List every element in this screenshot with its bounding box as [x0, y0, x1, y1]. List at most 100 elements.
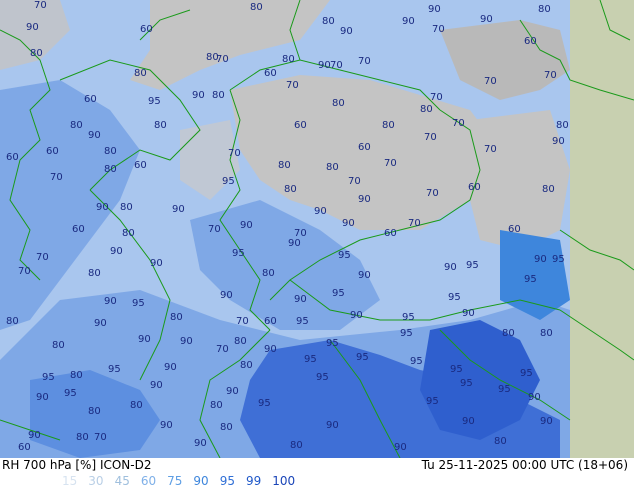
contour-label: 90: [358, 270, 371, 281]
contour-label: 60: [46, 146, 59, 157]
contour-label: 60: [294, 120, 307, 131]
contour-label: 80: [494, 436, 507, 447]
map-canvas: 70 80 90 90 90 80 90 80 60 80 90 70 60 80 70 80 90 70 70 60…: [0, 0, 634, 458]
contour-label: 90: [180, 336, 193, 347]
color-legend: 15 30 45 60 75 90 95 99 100: [62, 474, 306, 490]
contour-label: 95: [400, 328, 413, 339]
contour-label: 95: [296, 316, 309, 327]
contour-label: 80: [104, 164, 117, 175]
contour-label: 70: [430, 92, 443, 103]
contour-label: 95: [460, 378, 473, 389]
contour-label: 90: [88, 130, 101, 141]
outside-domain-area: [570, 0, 634, 458]
contour-label: 90: [94, 318, 107, 329]
contour-label: 95: [232, 248, 245, 259]
contour-label: 95: [552, 254, 565, 265]
contour-label: 80: [70, 370, 83, 381]
contour-label: 80: [212, 90, 225, 101]
contour-label: 60: [6, 152, 19, 163]
contour-label: 70: [50, 172, 63, 183]
contour-label: 90: [444, 262, 457, 273]
contour-label: 80: [240, 360, 253, 371]
contour-label: 70: [34, 0, 47, 11]
contour-label: 95: [316, 372, 329, 383]
contour-label: 70: [216, 344, 229, 355]
contour-label: 95: [148, 96, 161, 107]
contour-label: 95: [524, 274, 537, 285]
contour-label: 80: [234, 336, 247, 347]
contour-label: 90: [288, 238, 301, 249]
contour-label: 80: [88, 268, 101, 279]
contour-label: 80: [502, 328, 515, 339]
legend-item: 99: [245, 474, 262, 488]
contour-label: 70: [358, 56, 371, 67]
contour-label: 80: [210, 400, 223, 411]
contour-label: 90: [480, 14, 493, 25]
contour-label: 80: [30, 48, 43, 59]
contour-label: 80: [134, 68, 147, 79]
contour-label: 90: [350, 310, 363, 321]
contour-label: 90: [110, 246, 123, 257]
contour-label: 60: [508, 224, 521, 235]
contour-label: 90: [138, 334, 151, 345]
legend-item: 30: [88, 474, 104, 488]
contour-label: 80: [290, 440, 303, 451]
footer-row: RH 700 hPa [%] ICON-D2 Tu 25-11-2025 00:…: [0, 458, 634, 474]
contour-label: 70: [544, 70, 557, 81]
contour-label: 70: [384, 158, 397, 169]
contour-label: 95: [520, 368, 533, 379]
contour-label: 90: [160, 420, 173, 431]
contour-label: 95: [448, 292, 461, 303]
contour-label: 90: [318, 60, 331, 71]
legend-item: 100: [272, 474, 296, 488]
contour-label: 95: [258, 398, 271, 409]
contour-label: 90: [26, 22, 39, 33]
contour-label: 80: [122, 228, 135, 239]
contour-label: 90: [428, 4, 441, 15]
contour-label: 80: [540, 328, 553, 339]
contour-label: 60: [264, 68, 277, 79]
contour-label: 80: [542, 184, 555, 195]
contour-label: 95: [42, 372, 55, 383]
contour-label: 60: [384, 228, 397, 239]
contour-label: 80: [88, 406, 101, 417]
contour-label: 90: [314, 206, 327, 217]
contour-label: 80: [170, 312, 183, 323]
contour-label: 90: [104, 296, 117, 307]
contour-label: 90: [552, 136, 565, 147]
legend-item: 15: [62, 474, 78, 488]
contour-label: 60: [140, 24, 153, 35]
contour-label: 60: [524, 36, 537, 47]
contour-label: 80: [52, 340, 65, 351]
contour-label: 80: [382, 120, 395, 131]
contour-label: 95: [108, 364, 121, 375]
contour-label: 70: [18, 266, 31, 277]
contour-label: 80: [538, 4, 551, 15]
contour-label: 90: [220, 290, 233, 301]
legend-item: 75: [167, 474, 183, 488]
contour-label: 70: [424, 132, 437, 143]
contour-label: 95: [64, 388, 77, 399]
contour-label: 95: [304, 354, 317, 365]
contour-label: 95: [338, 250, 351, 261]
legend-item: 45: [114, 474, 130, 488]
contour-label: 90: [462, 416, 475, 427]
contour-label: 80: [120, 202, 133, 213]
contour-label: 80: [282, 54, 295, 65]
contour-label: 70: [36, 252, 49, 263]
contour-label: 60: [84, 94, 97, 105]
contour-label: 80: [420, 104, 433, 115]
contour-label: 90: [150, 258, 163, 269]
contour-label: 70: [286, 80, 299, 91]
contour-label: 70: [216, 54, 229, 65]
contour-label: 80: [326, 162, 339, 173]
contour-label: 70: [484, 144, 497, 155]
weather-map: 70 80 90 90 90 80 90 80 60 80 90 70 60 80 70 80 90 70 70 60…: [0, 0, 634, 458]
contour-label: 90: [340, 26, 353, 37]
contour-label: 95: [402, 312, 415, 323]
contour-label: 80: [104, 146, 117, 157]
contour-label: 90: [326, 420, 339, 431]
contour-label: 90: [402, 16, 415, 27]
contour-label: 80: [284, 184, 297, 195]
contour-label: 90: [342, 218, 355, 229]
